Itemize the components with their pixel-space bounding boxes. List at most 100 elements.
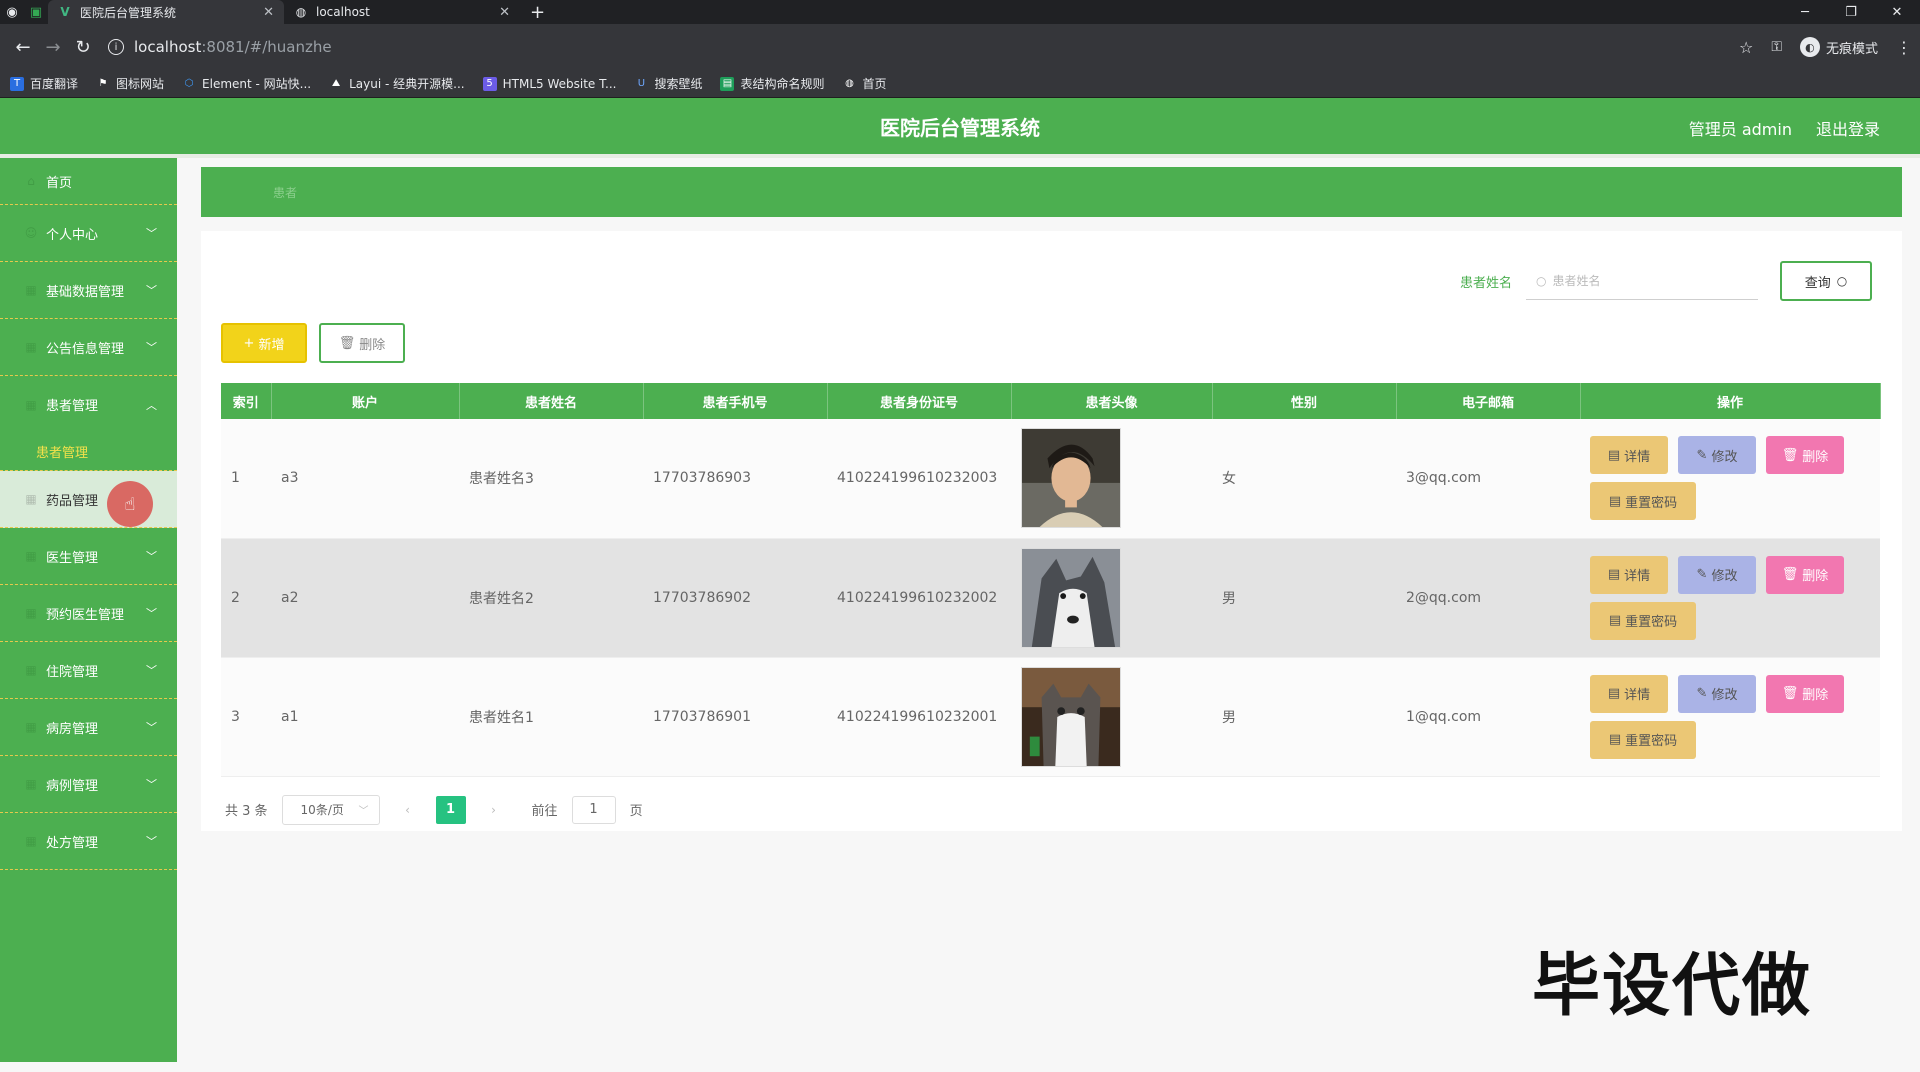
reset-label: 重置密码 (1625, 495, 1678, 511)
vue-favicon-icon: V (60, 5, 70, 19)
chevron-down-icon: ﹀ (146, 607, 157, 620)
sidebar-item-base-data[interactable]: ▦ 基础数据管理 ﹀ (0, 262, 177, 319)
column-header[interactable]: 电子邮箱 (1396, 383, 1581, 419)
pinned-tab-icon[interactable]: ▣ (24, 0, 48, 24)
search-input[interactable]: ○ 患者姓名 (1526, 262, 1758, 300)
site-info-icon[interactable]: i (108, 39, 124, 55)
detail-button[interactable]: ▤ 详情 (1590, 674, 1668, 713)
cursor-hand-icon: ☝ (107, 481, 153, 527)
prev-page-icon[interactable]: ‹ (394, 796, 422, 824)
add-button[interactable]: + 新增 (221, 323, 307, 363)
bookmark-item[interactable]: ⛰ Layui - 经典开源模... (329, 75, 465, 92)
reset-password-button[interactable]: ▤ 重置密码 (1590, 720, 1696, 759)
sidebar-item-home[interactable]: ⌂ 首页 (0, 158, 177, 205)
column-header[interactable]: 索引 (221, 383, 272, 419)
medicine-icon: ▦ (25, 492, 37, 506)
sidebar-item-notice[interactable]: ▦ 公告信息管理 ﹀ (0, 319, 177, 376)
content-card: 患者姓名 ○ 患者姓名 查询 ○ + 新增 🗑 删除 索引 账户 患者姓名 患者… (201, 231, 1902, 831)
bookmark-item[interactable]: ⬡ Element - 网站快... (182, 75, 311, 92)
page-number-current[interactable]: 1 (435, 795, 466, 824)
back-icon[interactable]: ← (8, 32, 38, 62)
tab-inactive[interactable]: ◍ localhost ✕ (284, 0, 520, 24)
cell-gender: 男 (1212, 657, 1396, 777)
breadcrumb: 患者 (201, 167, 1902, 217)
forward-icon[interactable]: → (38, 32, 68, 62)
batch-delete-button[interactable]: 🗑 删除 (319, 323, 405, 363)
bookmark-item[interactable]: ⚑ 图标网站 (96, 75, 165, 92)
page-suffix: 页 (629, 804, 643, 819)
chevron-down-icon: ﹀ (146, 227, 157, 240)
browser-menu-icon[interactable]: ◉ (0, 0, 24, 24)
delete-button[interactable]: 🗑 删除 (1766, 674, 1844, 713)
edit-button[interactable]: ✎ 修改 (1678, 555, 1756, 594)
bookmark-label: Layui - 经典开源模... (349, 77, 465, 91)
sidebar-item-label: 住院管理 (46, 664, 99, 680)
globe-favicon-icon: ◍ (295, 5, 307, 19)
cell-index: 1 (221, 419, 271, 539)
edit-button[interactable]: ✎ 修改 (1678, 436, 1756, 475)
cell-index: 3 (221, 657, 271, 777)
plus-icon: + (243, 335, 255, 351)
bookmark-item[interactable]: U 搜索壁纸 (634, 75, 703, 92)
detail-button[interactable]: ▤ 详情 (1590, 555, 1668, 594)
sidebar-item-patient[interactable]: ▦ 患者管理 ︿ (0, 376, 177, 433)
bookmark-item[interactable]: 5 HTML5 Website T... (482, 76, 616, 91)
prescription-icon: ▦ (25, 834, 37, 848)
document-icon: ▤ (1607, 686, 1621, 701)
logout-link[interactable]: 退出登录 (1816, 116, 1880, 140)
window-close-icon[interactable]: ✕ (1874, 0, 1920, 24)
restore-icon[interactable]: ❐ (1828, 0, 1874, 24)
sidebar-item-inpatient[interactable]: ▦ 住院管理 ﹀ (0, 642, 177, 699)
url-field[interactable]: i localhost:8081/#/huanzhe (108, 38, 1739, 56)
tab-close-icon[interactable]: ✕ (263, 5, 274, 20)
reload-icon[interactable]: ↻ (68, 32, 98, 62)
reset-password-button[interactable]: ▤ 重置密码 (1590, 601, 1696, 640)
goto-page-input[interactable]: 1 (571, 795, 616, 824)
sidebar-item-medicine[interactable]: ▦ 药品管理 ☝ (0, 471, 177, 528)
sidebar-subitem-patient-manage[interactable]: 患者管理 (0, 433, 177, 471)
edit-button[interactable]: ✎ 修改 (1678, 674, 1756, 713)
table-row[interactable]: 3 a1 患者姓名1 17703786901 41022419961023200… (221, 657, 1880, 777)
avatar[interactable] (1021, 428, 1121, 529)
bookmark-item[interactable]: ◍ 首页 (842, 75, 886, 92)
reset-password-button[interactable]: ▤ 重置密码 (1590, 482, 1696, 521)
minimize-icon[interactable]: ─ (1782, 0, 1828, 24)
detail-button[interactable]: ▤ 详情 (1590, 436, 1668, 475)
sidebar-item-case[interactable]: ▦ 病例管理 ﹀ (0, 756, 177, 813)
edit-label: 修改 (1711, 688, 1738, 703)
column-header[interactable]: 患者姓名 (459, 383, 644, 419)
sidebar-item-appointment[interactable]: ▦ 预约医生管理 ﹀ (0, 585, 177, 642)
kebab-menu-icon[interactable]: ⋮ (1896, 38, 1912, 57)
search-icon: ○ (1836, 274, 1848, 288)
cell-avatar (1011, 538, 1212, 658)
column-header[interactable]: 账户 (271, 383, 460, 419)
table-row[interactable]: 2 a2 患者姓名2 17703786902 41022419961023200… (221, 538, 1880, 658)
column-header[interactable]: 性别 (1212, 383, 1397, 419)
tab-active[interactable]: V 医院后台管理系统 ✕ (48, 0, 284, 24)
bookmark-item[interactable]: T 百度翻译 (10, 75, 78, 92)
key-icon[interactable]: ⚿ (1771, 39, 1782, 55)
sidebar-item-personal-center[interactable]: ☺ 个人中心 ﹀ (0, 205, 177, 262)
sidebar-item-prescription[interactable]: ▦ 处方管理 ﹀ (0, 813, 177, 870)
sidebar: ⌂ 首页 ☺ 个人中心 ﹀ ▦ 基础数据管理 ﹀ ▦ 公告信息管理 ﹀ ▦ 患者… (0, 158, 177, 1062)
query-button[interactable]: 查询 ○ (1780, 261, 1872, 301)
delete-button[interactable]: 🗑 删除 (1766, 555, 1844, 594)
new-tab-icon[interactable]: + (520, 0, 555, 24)
sidebar-item-ward[interactable]: ▦ 病房管理 ﹀ (0, 699, 177, 756)
column-header[interactable]: 患者身份证号 (827, 383, 1012, 419)
next-page-icon[interactable]: › (480, 796, 508, 824)
table-row[interactable]: 1 a3 患者姓名3 17703786903 41022419961023200… (221, 419, 1880, 539)
tab-close-icon[interactable]: ✕ (499, 5, 510, 20)
cell-name: 患者姓名3 (459, 419, 643, 539)
incognito-indicator[interactable]: ◐ 无痕模式 (1799, 37, 1878, 57)
avatar[interactable] (1021, 666, 1121, 767)
sidebar-item-doctor[interactable]: ▦ 医生管理 ﹀ (0, 528, 177, 585)
column-header[interactable]: 患者手机号 (643, 383, 828, 419)
avatar[interactable] (1021, 547, 1121, 648)
pagination-total: 共 3 条 (225, 804, 268, 819)
page-size-select[interactable]: 10条/页 ﹀ (281, 794, 380, 825)
bookmark-item[interactable]: ▤ 表结构命名规则 (720, 75, 824, 92)
column-header[interactable]: 患者头像 (1011, 383, 1213, 419)
delete-button[interactable]: 🗑 删除 (1766, 436, 1844, 475)
bookmark-star-icon[interactable]: ☆ (1739, 38, 1753, 57)
